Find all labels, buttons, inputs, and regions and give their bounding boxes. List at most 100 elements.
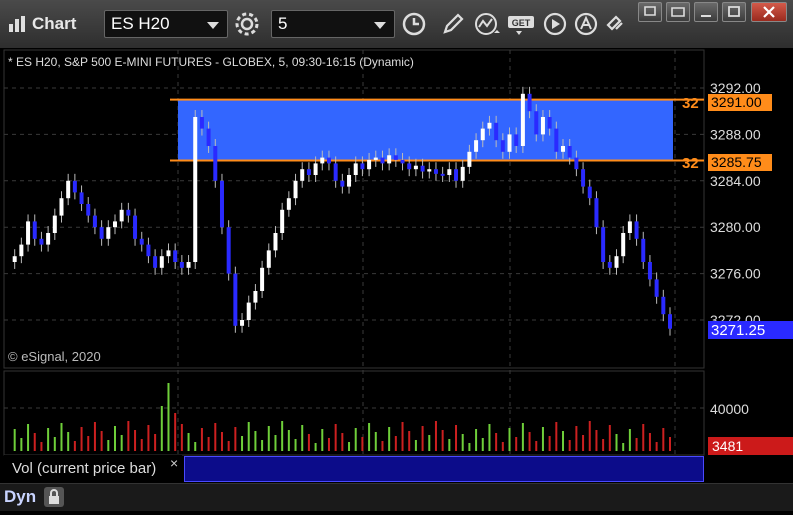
candle-body: [567, 146, 572, 158]
restore-button[interactable]: [666, 2, 690, 22]
close-button[interactable]: [751, 2, 787, 22]
candle-body: [520, 93, 525, 146]
candle-body: [574, 157, 579, 170]
interval-value: 5: [278, 14, 288, 33]
maximize-button[interactable]: [722, 2, 746, 22]
candle-body: [340, 180, 345, 187]
interval-select[interactable]: 5: [271, 10, 395, 38]
volume-bar: [515, 437, 518, 451]
volume-bar: [154, 434, 157, 451]
candle-body: [547, 117, 552, 129]
candle-body: [300, 169, 305, 181]
play-button[interactable]: [540, 9, 570, 39]
candle-body: [233, 273, 238, 326]
highlight-zone[interactable]: [178, 99, 673, 161]
settings-button[interactable]: [232, 9, 262, 39]
candle-body: [206, 128, 211, 146]
volume-bar: [635, 438, 638, 451]
volume-bar: [214, 423, 217, 451]
price-chart[interactable]: * ES H20, S&P 500 E-MINI FUTURES - GLOBE…: [0, 48, 793, 510]
volume-bar: [421, 426, 424, 451]
candle-body: [393, 155, 398, 160]
volume-bar: [220, 432, 223, 451]
studies-button[interactable]: [472, 9, 502, 39]
study-bar[interactable]: [184, 456, 704, 482]
status-bar: Dyn: [0, 483, 793, 511]
candle-body: [59, 198, 64, 216]
maximize-icon: [728, 6, 740, 17]
volume-bar: [301, 425, 304, 451]
candle-body: [186, 262, 191, 268]
volume-bar: [67, 432, 70, 451]
candle-body: [407, 163, 412, 170]
volume-bar: [535, 441, 538, 451]
volume-bar: [669, 437, 671, 451]
volume-bar: [80, 427, 83, 451]
candle-body: [607, 262, 612, 268]
volume-bar: [227, 441, 230, 451]
volume-bar: [167, 383, 170, 451]
price-axis[interactable]: 3292.003288.003284.003280.003276.003272.…: [710, 80, 761, 328]
candle-body: [106, 227, 111, 239]
alert-icon: [574, 12, 598, 36]
draw-button[interactable]: [438, 9, 468, 39]
candle-body: [427, 169, 432, 172]
candle-body: [246, 302, 251, 320]
volume-bar: [555, 422, 558, 451]
study-label[interactable]: Vol (current price bar): [4, 455, 182, 483]
lower-line-tag: 32: [682, 155, 699, 172]
volume-bar: [100, 431, 103, 451]
volume-bar: [207, 437, 210, 451]
link-button[interactable]: [602, 9, 632, 39]
volume-bar: [13, 429, 16, 451]
volume-bar: [20, 438, 23, 451]
candle-body: [373, 157, 378, 160]
candle-body: [433, 169, 438, 174]
volume-bar: [401, 422, 404, 451]
candle-body: [480, 128, 485, 141]
volume-bar: [501, 442, 504, 451]
volume-bar: [194, 442, 197, 451]
candle-body: [273, 233, 278, 251]
candle-body: [494, 122, 499, 141]
candle-body: [112, 221, 117, 228]
mode-label[interactable]: Dyn: [4, 487, 36, 507]
candle-body: [119, 209, 124, 222]
price-tick-label: 3280.00: [710, 219, 761, 235]
alert-button[interactable]: [572, 9, 602, 39]
study-close-icon[interactable]: ×: [170, 455, 178, 471]
volume-bar: [642, 424, 645, 451]
lock-icon[interactable]: [44, 487, 64, 507]
candle-body: [320, 157, 325, 164]
symbol-value: ES H20: [111, 14, 170, 33]
volume-bar: [548, 436, 551, 451]
svg-text:GET: GET: [512, 18, 531, 28]
volume-bar: [334, 424, 337, 451]
chart-area[interactable]: * ES H20, S&P 500 E-MINI FUTURES - GLOBE…: [0, 48, 793, 510]
candle-body: [413, 165, 418, 170]
minimize-button[interactable]: [694, 2, 718, 22]
clock-icon: [402, 12, 426, 36]
volume-bar: [595, 430, 598, 451]
candle-body: [12, 256, 17, 262]
candle-body: [347, 175, 352, 187]
candle-body: [219, 180, 224, 228]
volume-bar: [495, 433, 498, 451]
get-button[interactable]: GET: [506, 9, 536, 39]
volume-bar: [174, 413, 177, 451]
time-button[interactable]: [399, 9, 429, 39]
volume-bar: [381, 441, 384, 451]
candle-body: [440, 173, 445, 176]
window-title: Chart: [32, 14, 77, 33]
candle-body: [507, 134, 512, 152]
candle-body: [52, 215, 57, 233]
candle-body: [293, 180, 298, 199]
candle-body: [647, 262, 652, 280]
candle-body: [66, 180, 71, 199]
candle-body: [380, 157, 385, 164]
volume-bar: [261, 440, 264, 451]
symbol-select[interactable]: ES H20: [104, 10, 228, 38]
pin-button[interactable]: [638, 2, 662, 22]
volume-bar: [608, 425, 611, 451]
candle-body: [199, 117, 204, 129]
